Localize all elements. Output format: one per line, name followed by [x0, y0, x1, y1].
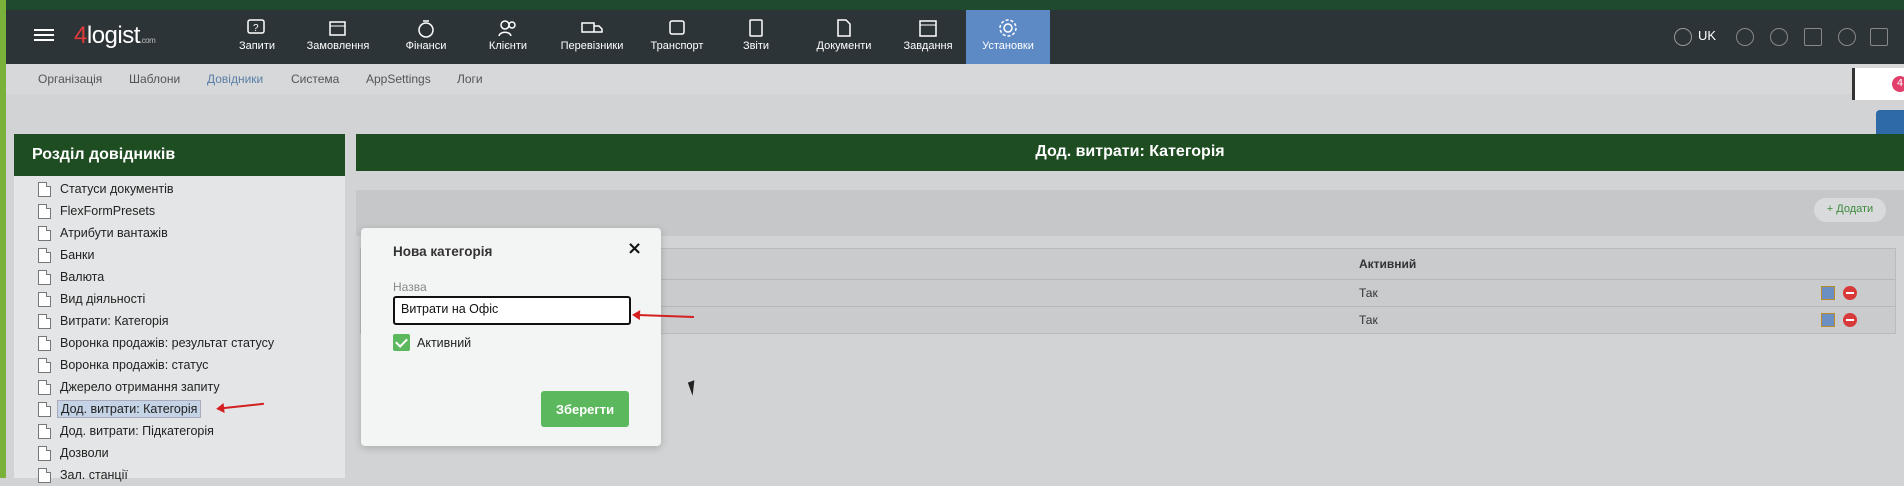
list-item[interactable]: Витрати: Категорія [38, 310, 274, 332]
list-item[interactable]: Воронка продажів: результат статусу [38, 332, 274, 354]
dialog-title: Нова категорія [393, 244, 493, 259]
document-icon [38, 291, 51, 307]
notification-badge: 4 [1892, 76, 1904, 92]
nav-orders[interactable]: Замовлення [300, 10, 376, 64]
list-item[interactable]: Дозволи [38, 442, 274, 464]
nav-requests[interactable]: ? Запити [230, 10, 284, 64]
save-button[interactable]: Зберегти [541, 391, 629, 427]
money-bag-icon [418, 20, 434, 38]
users-icon [498, 20, 516, 37]
list-item[interactable]: Воронка продажів: статус [38, 354, 274, 376]
logo[interactable]: 4logist.com [74, 22, 156, 50]
user-icon[interactable] [1736, 28, 1754, 46]
close-icon[interactable]: × [627, 238, 642, 259]
document-icon [38, 379, 51, 395]
truck-icon [581, 22, 603, 33]
menu-icon[interactable] [34, 26, 54, 44]
vehicle-icon [669, 20, 685, 35]
column-header-active: Активний [1359, 257, 1417, 271]
document-icon [38, 313, 51, 329]
document-icon [38, 423, 51, 439]
sidebar-title: Розділ довідників [14, 134, 345, 176]
gear-icon [999, 19, 1017, 37]
name-input[interactable]: Витрати на Офіс [393, 296, 631, 325]
list-item[interactable]: Джерело отримання запиту [38, 376, 274, 398]
add-button[interactable]: + Додати [1814, 198, 1886, 222]
list-item[interactable]: Дод. витрати: Підкатегорія [38, 420, 274, 442]
nav-transport[interactable]: Транспорт [644, 10, 710, 64]
nav-finance[interactable]: Фінанси [394, 10, 458, 64]
calculator-icon [749, 19, 763, 37]
mouse-cursor [687, 380, 700, 396]
document-icon [837, 19, 851, 37]
sub-navbar: Організація Шаблони Довідники Система Ap… [6, 64, 1904, 94]
document-icon [38, 225, 51, 241]
document-icon [38, 181, 51, 197]
document-icon [38, 247, 51, 263]
subnav-logs[interactable]: Логи [457, 72, 483, 86]
nav-documents[interactable]: Документи [812, 10, 876, 64]
list-item[interactable]: Статуси документів [38, 178, 274, 200]
list-item[interactable]: FlexFormPresets [38, 200, 274, 222]
nav-carriers[interactable]: Перевізники [556, 10, 628, 64]
new-category-dialog: Нова категорія × Назва Витрати на Офіс А… [361, 228, 661, 446]
active-checkbox[interactable] [393, 334, 410, 351]
book-icon[interactable] [1804, 28, 1822, 46]
page-title: Дод. витрати: Категорія [356, 134, 1904, 171]
list-item[interactable]: Вид діяльності [38, 288, 274, 310]
document-icon [38, 203, 51, 219]
subnav-appsettings[interactable]: AppSettings [366, 72, 431, 86]
top-navbar: 4logist.com ? Запити Замовлення Фінанси … [6, 0, 1904, 64]
bell-icon[interactable] [1838, 28, 1856, 46]
document-icon [38, 269, 51, 285]
references-sidebar: Розділ довідників Статуси документів Fle… [14, 134, 345, 483]
subnav-system[interactable]: Система [291, 72, 339, 86]
list-item[interactable]: Банки [38, 244, 274, 266]
document-icon [38, 401, 51, 417]
list-item-selected[interactable]: Дод. витрати: Категорія [38, 398, 274, 420]
cell-active: Так [1359, 313, 1378, 327]
nav-clients[interactable]: Клієнти [478, 10, 538, 64]
box-icon [329, 21, 346, 36]
references-list: Статуси документів FlexFormPresets Атриб… [38, 178, 274, 486]
document-icon [38, 467, 51, 483]
name-label: Назва [393, 280, 427, 294]
svg-text:?: ? [253, 23, 259, 34]
dollar-icon[interactable] [1770, 28, 1788, 46]
delete-icon[interactable] [1843, 286, 1857, 300]
calendar-icon [919, 20, 937, 37]
list-item[interactable]: Зал. станції [38, 464, 274, 486]
subnav-templates[interactable]: Шаблони [129, 72, 180, 86]
list-item[interactable]: Атрибути вантажів [38, 222, 274, 244]
question-icon: ? [247, 19, 265, 34]
cell-active: Так [1359, 286, 1378, 300]
edit-icon[interactable] [1821, 313, 1835, 327]
document-icon [38, 335, 51, 351]
nav-reports[interactable]: Звіти [736, 10, 776, 64]
delete-icon[interactable] [1843, 313, 1857, 327]
subnav-organization[interactable]: Організація [38, 72, 102, 86]
edit-icon[interactable] [1821, 286, 1835, 300]
subnav-references[interactable]: Довідники [207, 72, 263, 86]
language-switch[interactable]: UK [1698, 28, 1716, 43]
active-label: Активний [417, 336, 472, 350]
nav-tasks[interactable]: Завдання [898, 10, 958, 64]
document-icon [38, 445, 51, 461]
logout-icon[interactable] [1870, 28, 1888, 46]
globe-icon[interactable] [1674, 28, 1692, 46]
list-item[interactable]: Валюта [38, 266, 274, 288]
document-icon [38, 357, 51, 373]
nav-settings[interactable]: Установки [966, 10, 1050, 64]
